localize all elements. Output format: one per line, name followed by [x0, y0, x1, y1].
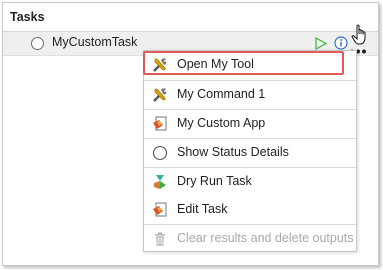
dry-run-icon [152, 174, 168, 190]
menu-item-label: My Custom App [177, 116, 266, 130]
menu-item-label: Show Status Details [177, 145, 289, 159]
panel-title: Tasks [3, 3, 378, 32]
highlight-box [143, 51, 344, 75]
menu-item-label: Dry Run Task [177, 174, 252, 188]
menu-item-label: Clear results and delete outputs [177, 231, 354, 245]
menu-item-my-command-1[interactable]: My Command 1 [144, 81, 356, 109]
app-icon [152, 116, 168, 132]
task-status-icon [31, 37, 44, 50]
menu-item-label: My Command 1 [177, 87, 266, 101]
menu-item-my-custom-app[interactable]: My Custom App [144, 110, 356, 138]
menu-item-label: Edit Task [177, 202, 228, 216]
tools-icon [152, 87, 168, 103]
menu-item-show-status-details[interactable]: Show Status Details [144, 139, 356, 167]
menu-item-clear-results: Clear results and delete outputs [144, 225, 356, 253]
menu-item-edit-task[interactable]: Edit Task [144, 196, 356, 224]
trash-icon [152, 231, 168, 247]
status-circle-icon [152, 145, 168, 161]
edit-task-icon [152, 202, 168, 218]
hand-cursor-icon [351, 24, 369, 51]
menu-item-dry-run-task[interactable]: Dry Run Task [144, 168, 356, 196]
task-name: MyCustomTask [52, 35, 138, 49]
context-menu: Open My Tool My Command 1 My Custom App [143, 50, 357, 252]
